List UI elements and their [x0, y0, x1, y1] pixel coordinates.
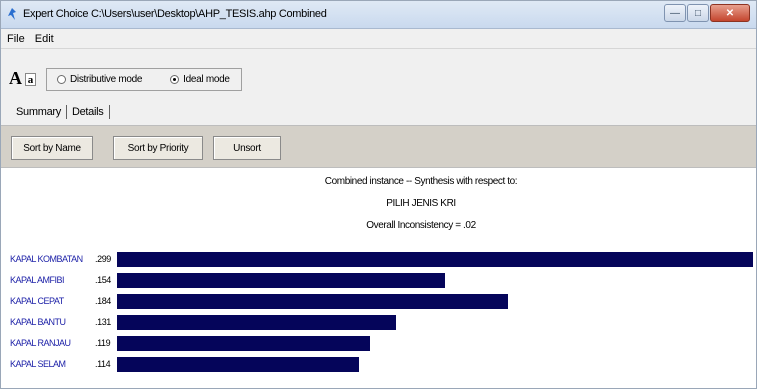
unsort-button[interactable]: Unsort	[213, 136, 281, 160]
toolbar: A a Distributive mode Ideal mode	[1, 49, 756, 99]
priority-bar	[117, 294, 508, 309]
sort-by-name-button[interactable]: Sort by Name	[11, 136, 93, 160]
close-icon[interactable]: ✕	[710, 4, 750, 22]
overall-inconsistency: Overall Inconsistency = .02	[366, 220, 476, 231]
distributive-mode-label: Distributive mode	[70, 74, 143, 85]
tab-divider	[108, 105, 110, 119]
alternative-label: KAPAL CEPAT	[10, 296, 64, 306]
priority-value: .114	[95, 359, 111, 369]
chart-row: KAPAL BANTU .131	[1, 314, 756, 332]
chart-row: KAPAL SELAM .114	[1, 356, 756, 374]
increase-font-button[interactable]: A	[9, 68, 22, 88]
tab-details[interactable]: Details	[67, 106, 109, 118]
alternative-label: KAPAL BANTU	[10, 317, 66, 327]
menu-bar: File Edit	[1, 29, 756, 49]
expert-choice-window: Expert Choice C:\Users\user\Desktop\AHP_…	[0, 0, 757, 389]
sort-button-bar: Sort by Name Sort by Priority Unsort	[1, 125, 756, 168]
sort-by-priority-button[interactable]: Sort by Priority	[113, 136, 203, 160]
priority-bar	[117, 273, 445, 288]
maximize-icon[interactable]: □	[687, 4, 709, 22]
minimize-icon[interactable]: —	[664, 4, 686, 22]
title-bar: Expert Choice C:\Users\user\Desktop\AHP_…	[1, 1, 756, 29]
menu-file[interactable]: File	[7, 33, 25, 45]
window-controls: — □ ✕	[663, 4, 750, 24]
priority-bar	[117, 315, 396, 330]
radio-selected-icon	[170, 75, 180, 84]
alternative-label: KAPAL SELAM	[10, 359, 66, 369]
window-title: Expert Choice C:\Users\user\Desktop\AHP_…	[23, 8, 327, 20]
goal-name: PILIH JENIS KRI	[386, 198, 456, 209]
chart-row: KAPAL AMFIBI .154	[1, 272, 756, 290]
view-tabs: Summary Details	[1, 99, 756, 125]
chart-row: KAPAL CEPAT .184	[1, 293, 756, 311]
chart-row: KAPAL RANJAU .119	[1, 335, 756, 353]
alternative-label: KAPAL KOMBATAN	[10, 254, 83, 264]
priority-bar	[117, 252, 753, 267]
distributive-mode-radio[interactable]: Distributive mode	[57, 74, 142, 85]
priority-bar	[117, 357, 359, 372]
priority-bar	[117, 336, 370, 351]
radio-unselected-icon	[57, 75, 66, 84]
priority-value: .184	[95, 296, 111, 306]
synthesis-title: Combined instance -- Synthesis with resp…	[324, 176, 518, 187]
priority-value: .154	[95, 275, 111, 285]
alternative-label: KAPAL RANJAU	[10, 338, 71, 348]
priority-value: .299	[95, 254, 111, 264]
tab-summary[interactable]: Summary	[11, 106, 66, 118]
mode-selector: Distributive mode Ideal mode	[46, 68, 242, 91]
ideal-mode-radio[interactable]: Ideal mode	[170, 74, 230, 85]
priority-value: .119	[95, 338, 111, 348]
ideal-mode-label: Ideal mode	[183, 74, 230, 85]
priority-value: .131	[95, 317, 111, 327]
decrease-font-button[interactable]: a	[25, 73, 36, 86]
chart-row: KAPAL KOMBATAN .299	[1, 251, 756, 269]
menu-edit[interactable]: Edit	[35, 33, 54, 45]
app-icon	[8, 8, 16, 20]
alternative-label: KAPAL AMFIBI	[10, 275, 65, 285]
synthesis-panel: Combined instance -- Synthesis with resp…	[1, 169, 756, 388]
